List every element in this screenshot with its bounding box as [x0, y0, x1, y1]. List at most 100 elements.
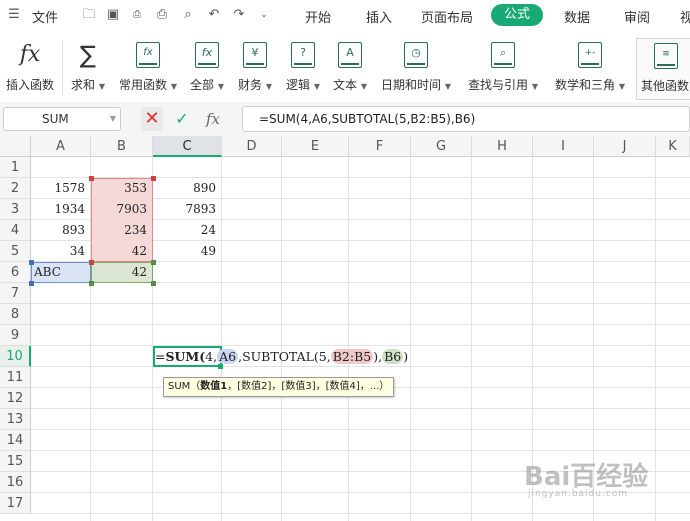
fx-star-icon: fx: [136, 42, 160, 68]
column-header-k[interactable]: K: [656, 136, 690, 157]
row-header-11[interactable]: 11: [0, 367, 31, 388]
row-header-15[interactable]: 15: [0, 451, 31, 472]
row-header-3[interactable]: 3: [0, 199, 31, 220]
cell-a2[interactable]: 1578: [31, 178, 91, 199]
all-functions-button[interactable]: fx 全部 ▼: [185, 38, 229, 98]
cell-a3[interactable]: 1934: [31, 199, 91, 220]
name-box[interactable]: SUM ▼: [3, 107, 121, 131]
cell-c3[interactable]: 7893: [153, 199, 222, 220]
row-header-17[interactable]: 17: [0, 493, 31, 514]
save-icon[interactable]: ▣: [105, 7, 121, 23]
column-header-b[interactable]: B: [91, 136, 153, 157]
menu-file[interactable]: 文件: [32, 7, 58, 26]
baidu-jingyan-watermark: Bai百经验 jingyan.baidu.com: [524, 462, 649, 499]
cancel-icon[interactable]: ✕: [141, 107, 163, 131]
print-icon[interactable]: ⎙: [154, 7, 170, 23]
question-doc-icon: ?: [291, 42, 315, 68]
cell-c2[interactable]: 890: [153, 178, 222, 199]
formula-text: =SUM(4,A6,SUBTOTAL(5,B2:B5),B6): [259, 112, 476, 126]
menu-bar: ☰ 文件 🗀 ▣ ⎙ ⎙ ⌕ ↶ ↷ ⌄ 开始 插入 页面布局 公式 数据 审阅…: [0, 0, 690, 30]
formula-input[interactable]: =SUM(4,A6,SUBTOTAL(5,B2:B5),B6): [242, 106, 690, 132]
column-header-a[interactable]: A: [31, 136, 91, 157]
row-header-4[interactable]: 4: [0, 220, 31, 241]
autosum-button[interactable]: ∑ 求和 ▼: [66, 38, 110, 98]
tab-formulas[interactable]: 公式: [491, 4, 543, 26]
row-header-16[interactable]: 16: [0, 472, 31, 493]
more-doc-icon: ≡: [654, 43, 678, 69]
cell-b3[interactable]: 7903: [91, 199, 153, 220]
cell-c10-formula-edit[interactable]: =SUM(4, A6 ,SUBTOTAL(5, B2:B5), B6): [155, 346, 408, 367]
column-header-d[interactable]: D: [222, 136, 282, 157]
lookup-reference-button[interactable]: ⌕ 查找与引用 ▼: [465, 38, 541, 98]
tab-view[interactable]: 视: [680, 7, 690, 26]
cell-b5[interactable]: 42: [91, 241, 153, 262]
chevron-down-icon: ▼: [170, 82, 177, 91]
more-functions-button[interactable]: ≡ 其他函数: [636, 38, 690, 100]
chevron-down-icon: ▼: [444, 82, 451, 91]
select-all-corner[interactable]: [0, 136, 31, 157]
tab-review[interactable]: 审阅: [624, 7, 650, 26]
financial-button[interactable]: ¥ 财务 ▼: [233, 38, 277, 98]
row-header-12[interactable]: 12: [0, 388, 31, 409]
chevron-down-icon: ▼: [98, 82, 105, 91]
tab-insert[interactable]: 插入: [366, 7, 392, 26]
sigma-icon: ∑: [79, 41, 97, 69]
row-header-14[interactable]: 14: [0, 430, 31, 451]
date-time-button[interactable]: ◷ 日期和时间 ▼: [378, 38, 454, 98]
tab-data[interactable]: 数据: [564, 7, 590, 26]
cell-a4[interactable]: 893: [31, 220, 91, 241]
text-functions-button[interactable]: A 文本 ▼: [328, 38, 372, 98]
a-doc-icon: A: [338, 42, 362, 68]
row-header-7[interactable]: 7: [0, 283, 31, 304]
row-header-1[interactable]: 1: [0, 157, 31, 178]
chevron-down-icon[interactable]: ▼: [110, 114, 116, 123]
column-header-f[interactable]: F: [349, 136, 411, 157]
column-header-e[interactable]: E: [282, 136, 349, 157]
row-header-9[interactable]: 9: [0, 325, 31, 346]
formula-bar: SUM ▼ ✕ ✓ fx =SUM(4,A6,SUBTOTAL(5,B2:B5)…: [0, 102, 690, 137]
chevron-down-icon: ▼: [265, 82, 272, 91]
menu-icon[interactable]: ☰: [6, 7, 22, 23]
insert-function-fx-icon[interactable]: fx: [201, 107, 225, 131]
common-functions-button[interactable]: fx 常用函数 ▼: [115, 38, 181, 98]
logical-button[interactable]: ? 逻辑 ▼: [281, 38, 325, 98]
column-header-h[interactable]: H: [472, 136, 533, 157]
cell-a5[interactable]: 34: [31, 241, 91, 262]
cell-b2[interactable]: 353: [91, 178, 153, 199]
column-header-c[interactable]: C: [153, 136, 222, 157]
row-header-10[interactable]: 10: [0, 346, 31, 367]
chevron-down-icon: ▼: [618, 82, 625, 91]
row-header-13[interactable]: 13: [0, 409, 31, 430]
chevron-down-icon: ▼: [217, 82, 224, 91]
ref-a6-token: A6: [217, 349, 239, 364]
spreadsheet-grid[interactable]: A B C D E F G H I J K 1 2 3 4 5 6 7 8 9 …: [0, 136, 690, 521]
ribbon-toolbar: fx 插入函数 ∑ 求和 ▼ fx 常用函数 ▼ fx 全部 ▼ ¥ 财务 ▼ …: [0, 30, 690, 103]
cell-c4[interactable]: 24: [153, 220, 222, 241]
chevron-down-icon: ▼: [531, 82, 538, 91]
insert-function-button[interactable]: fx 插入函数: [2, 38, 58, 98]
column-header-g[interactable]: G: [411, 136, 472, 157]
check-icon[interactable]: ✓: [171, 107, 193, 131]
export-pdf-icon[interactable]: ⎙: [129, 7, 145, 23]
row-header-2[interactable]: 2: [0, 178, 31, 199]
cell-a6[interactable]: ABC: [31, 262, 91, 283]
ref-b2b5-token: B2:B5: [330, 349, 374, 364]
function-signature-tooltip: SUM（数值1，[数值2]，[数值3]，[数值4]，...）: [163, 377, 395, 397]
row-header-8[interactable]: 8: [0, 304, 31, 325]
math-trig-button[interactable]: +- 数学和三角 ▼: [552, 38, 628, 98]
undo-icon[interactable]: ↶: [206, 7, 222, 23]
row-header-5[interactable]: 5: [0, 241, 31, 262]
tab-page-layout[interactable]: 页面布局: [421, 7, 473, 26]
redo-icon[interactable]: ↷: [231, 7, 247, 23]
open-folder-icon[interactable]: 🗀: [81, 7, 97, 23]
column-header-j[interactable]: J: [594, 136, 656, 157]
cell-b6[interactable]: 42: [91, 262, 153, 283]
column-header-i[interactable]: I: [533, 136, 594, 157]
customize-dropdown-icon[interactable]: ⌄: [256, 7, 272, 23]
row-header-6[interactable]: 6: [0, 262, 31, 283]
fx-doc-icon: fx: [195, 42, 219, 68]
cell-c5[interactable]: 49: [153, 241, 222, 262]
print-preview-icon[interactable]: ⌕: [180, 7, 196, 23]
tab-home[interactable]: 开始: [305, 7, 331, 26]
cell-b4[interactable]: 234: [91, 220, 153, 241]
